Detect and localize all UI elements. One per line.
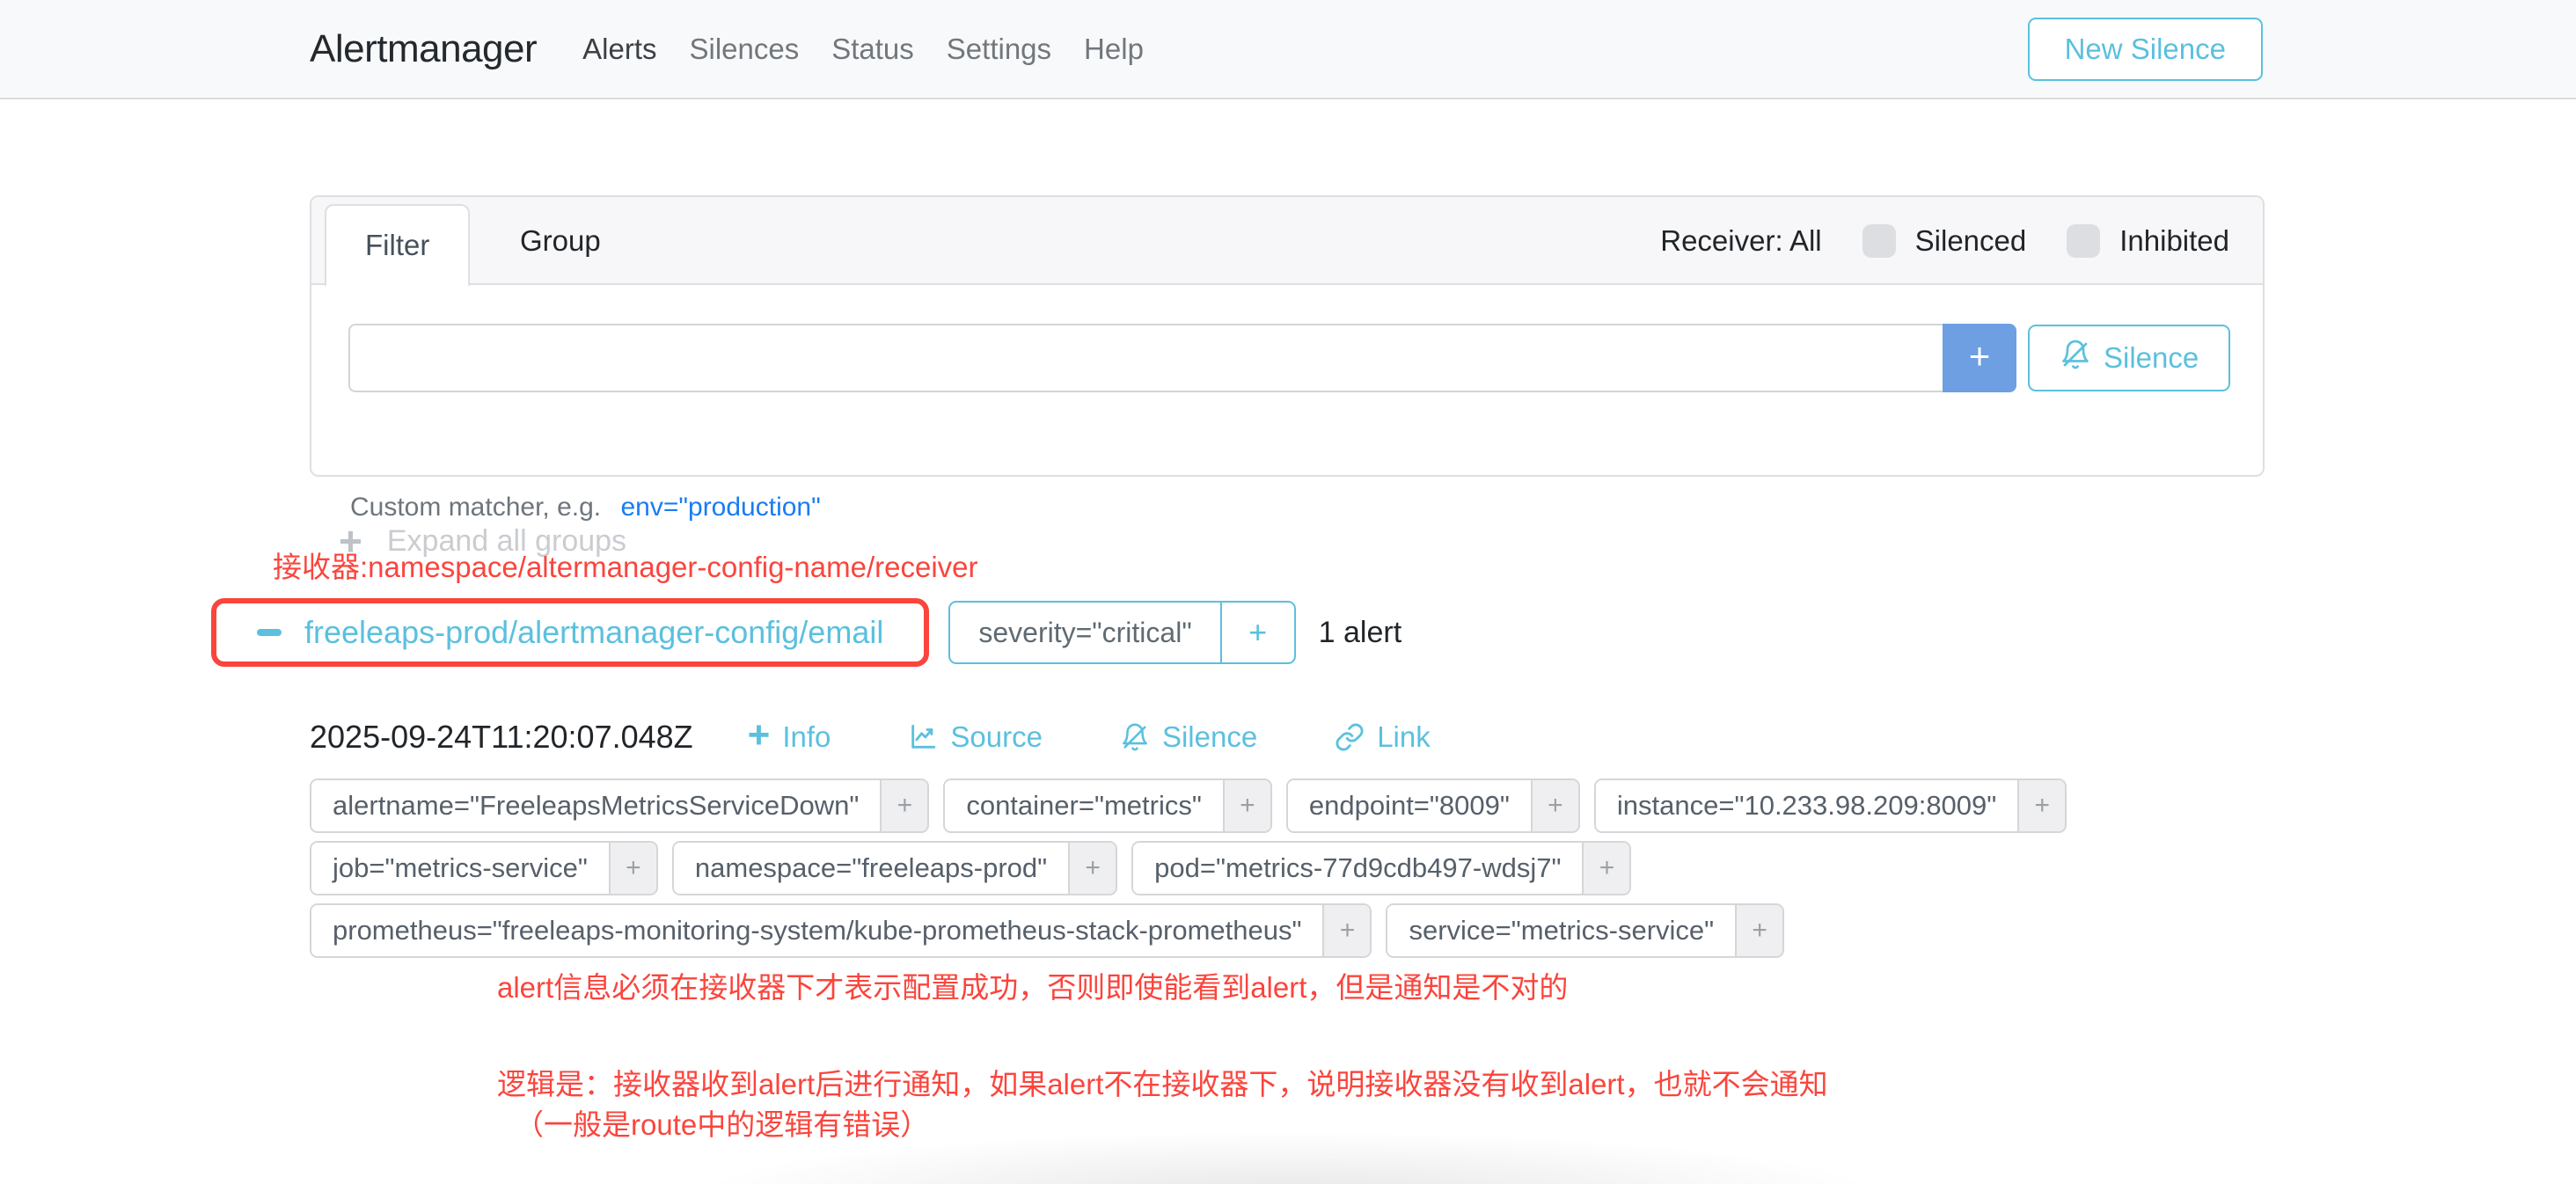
annotation-logic-note-line2: （一般是route中的逻辑有错误） xyxy=(515,1101,929,1144)
label-chip-alertname: alertname="FreeleapsMetricsServiceDown" … xyxy=(310,778,929,833)
label-chip-text[interactable]: job="metrics-service" xyxy=(311,843,609,894)
label-add-button[interactable]: + xyxy=(880,780,927,831)
alert-timestamp: 2025-09-24T11:20:07.048Z xyxy=(310,719,693,756)
custom-matcher-hint: Custom matcher, e.g. env="production" xyxy=(350,493,821,523)
hint-example-link[interactable]: env="production" xyxy=(620,493,820,522)
filter-panel-header: Filter Group Receiver: All Silenced Inhi… xyxy=(311,197,2263,285)
tab-filter[interactable]: Filter xyxy=(325,204,470,287)
group-matcher-label[interactable]: severity="critical" xyxy=(950,603,1219,662)
plus-icon: + xyxy=(748,716,771,758)
matcher-input[interactable] xyxy=(348,324,1943,392)
annotation-highlight-box: freeleaps-prod/alertmanager-config/email xyxy=(211,598,929,667)
hint-text: Custom matcher, e.g. xyxy=(350,493,601,522)
label-add-button[interactable]: + xyxy=(1322,905,1370,956)
label-chip-text[interactable]: namespace="freeleaps-prod" xyxy=(674,843,1068,894)
new-silence-button[interactable]: New Silence xyxy=(2028,18,2263,81)
label-chip-job: job="metrics-service" + xyxy=(310,841,658,895)
collapse-minus-icon xyxy=(257,629,282,636)
label-chip-namespace: namespace="freeleaps-prod" + xyxy=(672,841,1117,895)
alert-header-row: 2025-09-24T11:20:07.048Z + Info Source xyxy=(310,713,1431,762)
navbar: Alertmanager Alerts Silences Status Sett… xyxy=(0,0,2576,99)
alert-labels-row-2: job="metrics-service" + namespace="freel… xyxy=(310,841,1631,895)
label-chip-prometheus: prometheus="freeleaps-monitoring-system/… xyxy=(310,903,1372,958)
alert-permalink[interactable]: Link xyxy=(1335,720,1431,754)
label-add-button[interactable]: + xyxy=(1531,780,1578,831)
nav-items: Alerts Silences Status Settings Help xyxy=(582,33,1144,66)
info-link-label: Info xyxy=(782,720,831,754)
nav-item-help[interactable]: Help xyxy=(1084,33,1144,66)
link-icon xyxy=(1335,722,1365,752)
label-chip-text[interactable]: alertname="FreeleapsMetricsServiceDown" xyxy=(311,780,880,831)
label-chip-text[interactable]: endpoint="8009" xyxy=(1288,780,1531,831)
nav-item-alerts[interactable]: Alerts xyxy=(582,33,656,66)
label-add-button[interactable]: + xyxy=(1223,780,1270,831)
alertmanager-page: Alertmanager Alerts Silences Status Sett… xyxy=(0,0,2576,1184)
annotation-receiver-note: 接收器:namespace/altermanager-config-name/r… xyxy=(273,544,978,586)
filter-panel: Filter Group Receiver: All Silenced Inhi… xyxy=(310,195,2265,477)
receiver-filter-dropdown[interactable]: Receiver: All xyxy=(1660,224,1821,258)
alert-labels-row-1: alertname="FreeleapsMetricsServiceDown" … xyxy=(310,778,2067,833)
silenced-checkbox[interactable] xyxy=(1862,224,1896,258)
label-add-button[interactable]: + xyxy=(609,843,656,894)
label-chip-text[interactable]: instance="10.233.98.209:8009" xyxy=(1596,780,2017,831)
bell-slash-icon xyxy=(1120,722,1150,752)
bell-slash-icon xyxy=(2060,339,2091,377)
label-add-button[interactable]: + xyxy=(1582,843,1629,894)
alert-count: 1 alert xyxy=(1319,616,1402,650)
alert-labels-row-3: prometheus="freeleaps-monitoring-system/… xyxy=(310,903,1784,958)
label-chip-pod: pod="metrics-77d9cdb497-wdsj7" + xyxy=(1131,841,1631,895)
group-receiver-label: freeleaps-prod/alertmanager-config/email xyxy=(304,614,883,651)
label-add-button[interactable]: + xyxy=(2017,780,2065,831)
annotation-alert-note: alert信息必须在接收器下才表示配置成功，否则即使能看到alert，但是通知是… xyxy=(497,964,1568,1006)
nav-item-status[interactable]: Status xyxy=(831,33,914,66)
annotation-logic-note-line1: 逻辑是：接收器收到alert后进行通知，如果alert不在接收器下，说明接收器没… xyxy=(497,1061,1828,1103)
filter-panel-body: + Silence Custom matcher, e.g. env="prod… xyxy=(311,285,2263,477)
alert-actions: + Info Source xyxy=(748,716,1431,758)
label-add-button[interactable]: + xyxy=(1735,905,1782,956)
alert-silence-link[interactable]: Silence xyxy=(1120,720,1257,754)
label-chip-instance: instance="10.233.98.209:8009" + xyxy=(1594,778,2067,833)
alert-info-link[interactable]: + Info xyxy=(748,716,831,758)
filter-header-controls: Receiver: All Silenced Inhibited xyxy=(1660,197,2229,285)
nav-item-silences[interactable]: Silences xyxy=(690,33,800,66)
label-chip-container: container="metrics" + xyxy=(943,778,1272,833)
silence-button-label: Silence xyxy=(2104,341,2199,375)
alert-source-link[interactable]: Source xyxy=(908,720,1043,754)
group-matcher-chip: severity="critical" + xyxy=(948,601,1295,664)
label-chip-text[interactable]: container="metrics" xyxy=(945,780,1223,831)
add-matcher-button[interactable]: + xyxy=(1943,324,2016,392)
chart-line-icon xyxy=(908,722,938,752)
label-add-button[interactable]: + xyxy=(1068,843,1116,894)
inhibited-checkbox[interactable] xyxy=(2067,224,2100,258)
silence-link-label: Silence xyxy=(1162,720,1257,754)
silenced-checkbox-label: Silenced xyxy=(1915,224,2027,258)
label-chip-text[interactable]: prometheus="freeleaps-monitoring-system/… xyxy=(311,905,1322,956)
inhibited-checkbox-label: Inhibited xyxy=(2119,224,2229,258)
label-chip-service: service="metrics-service" + xyxy=(1386,903,1784,958)
label-chip-text[interactable]: service="metrics-service" xyxy=(1387,905,1735,956)
label-chip-text[interactable]: pod="metrics-77d9cdb497-wdsj7" xyxy=(1133,843,1582,894)
app-brand[interactable]: Alertmanager xyxy=(310,27,537,71)
inhibited-checkbox-group[interactable]: Inhibited xyxy=(2067,224,2229,258)
silence-from-filter-button[interactable]: Silence xyxy=(2028,325,2230,391)
label-chip-endpoint: endpoint="8009" + xyxy=(1286,778,1580,833)
link-link-label: Link xyxy=(1377,720,1431,754)
source-link-label: Source xyxy=(950,720,1043,754)
silenced-checkbox-group[interactable]: Silenced xyxy=(1862,224,2027,258)
tab-group[interactable]: Group xyxy=(481,197,640,285)
group-matcher-add-button[interactable]: + xyxy=(1220,603,1294,662)
alert-group-row: freeleaps-prod/alertmanager-config/email… xyxy=(211,598,1401,667)
nav-item-settings[interactable]: Settings xyxy=(947,33,1051,66)
group-receiver-toggle[interactable]: freeleaps-prod/alertmanager-config/email xyxy=(257,614,883,651)
